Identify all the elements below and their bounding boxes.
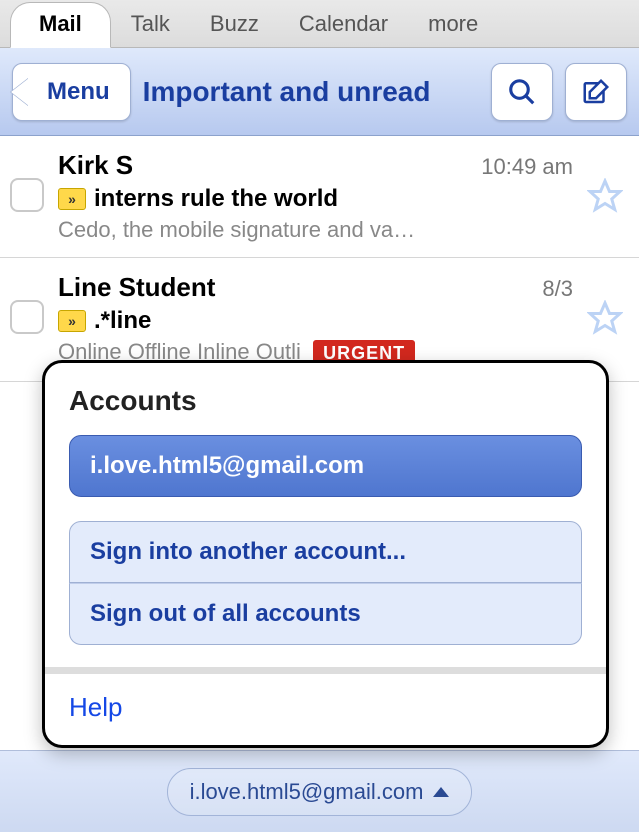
email-preview: Cedo, the mobile signature and va…: [58, 217, 573, 243]
important-marker-icon: »: [58, 188, 86, 210]
email-checkbox[interactable]: [10, 300, 44, 334]
triangle-up-icon: [433, 787, 449, 797]
tab-buzz[interactable]: Buzz: [190, 3, 279, 47]
page-title: Important and unread: [143, 76, 479, 108]
account-current[interactable]: i.love.html5@gmail.com: [69, 435, 582, 497]
email-list: Kirk S 10:49 am » interns rule the world…: [0, 136, 639, 382]
email-sender: Line Student: [58, 272, 215, 303]
important-marker-icon: »: [58, 310, 86, 332]
footer: i.love.html5@gmail.com: [0, 750, 639, 832]
email-sender: Kirk S: [58, 150, 133, 181]
email-time: 10:49 am: [481, 154, 573, 180]
chevron-left-icon: [11, 78, 29, 106]
tab-more[interactable]: more: [408, 3, 498, 47]
star-icon[interactable]: [587, 300, 623, 336]
accounts-popup-title: Accounts: [69, 385, 582, 417]
email-time: 8/3: [542, 276, 573, 302]
compose-icon: [581, 77, 611, 107]
sign-out-all-button[interactable]: Sign out of all accounts: [69, 583, 582, 645]
email-row[interactable]: Kirk S 10:49 am » interns rule the world…: [0, 136, 639, 258]
accounts-popup: Accounts i.love.html5@gmail.com Sign int…: [42, 360, 609, 748]
account-switcher-label: i.love.html5@gmail.com: [190, 779, 424, 805]
tab-calendar[interactable]: Calendar: [279, 3, 408, 47]
menu-button[interactable]: Menu: [12, 63, 131, 121]
email-body: Line Student 8/3 » .*line Online Offline…: [58, 272, 573, 367]
tab-talk[interactable]: Talk: [111, 3, 190, 47]
email-body: Kirk S 10:49 am » interns rule the world…: [58, 150, 573, 243]
help-link[interactable]: Help: [45, 674, 606, 745]
compose-button[interactable]: [565, 63, 627, 121]
email-checkbox[interactable]: [10, 178, 44, 212]
toolbar: Menu Important and unread: [0, 48, 639, 136]
sign-into-another-button[interactable]: Sign into another account...: [69, 521, 582, 583]
popup-divider: [45, 667, 606, 674]
menu-button-label: Menu: [47, 78, 110, 106]
email-subject: interns rule the world: [94, 185, 338, 213]
search-icon: [507, 77, 537, 107]
account-switcher[interactable]: i.love.html5@gmail.com: [167, 768, 473, 816]
tab-bar: Mail Talk Buzz Calendar more: [0, 0, 639, 48]
email-subject: .*line: [94, 307, 151, 335]
star-icon[interactable]: [587, 178, 623, 214]
tab-mail[interactable]: Mail: [10, 2, 111, 48]
search-button[interactable]: [491, 63, 553, 121]
